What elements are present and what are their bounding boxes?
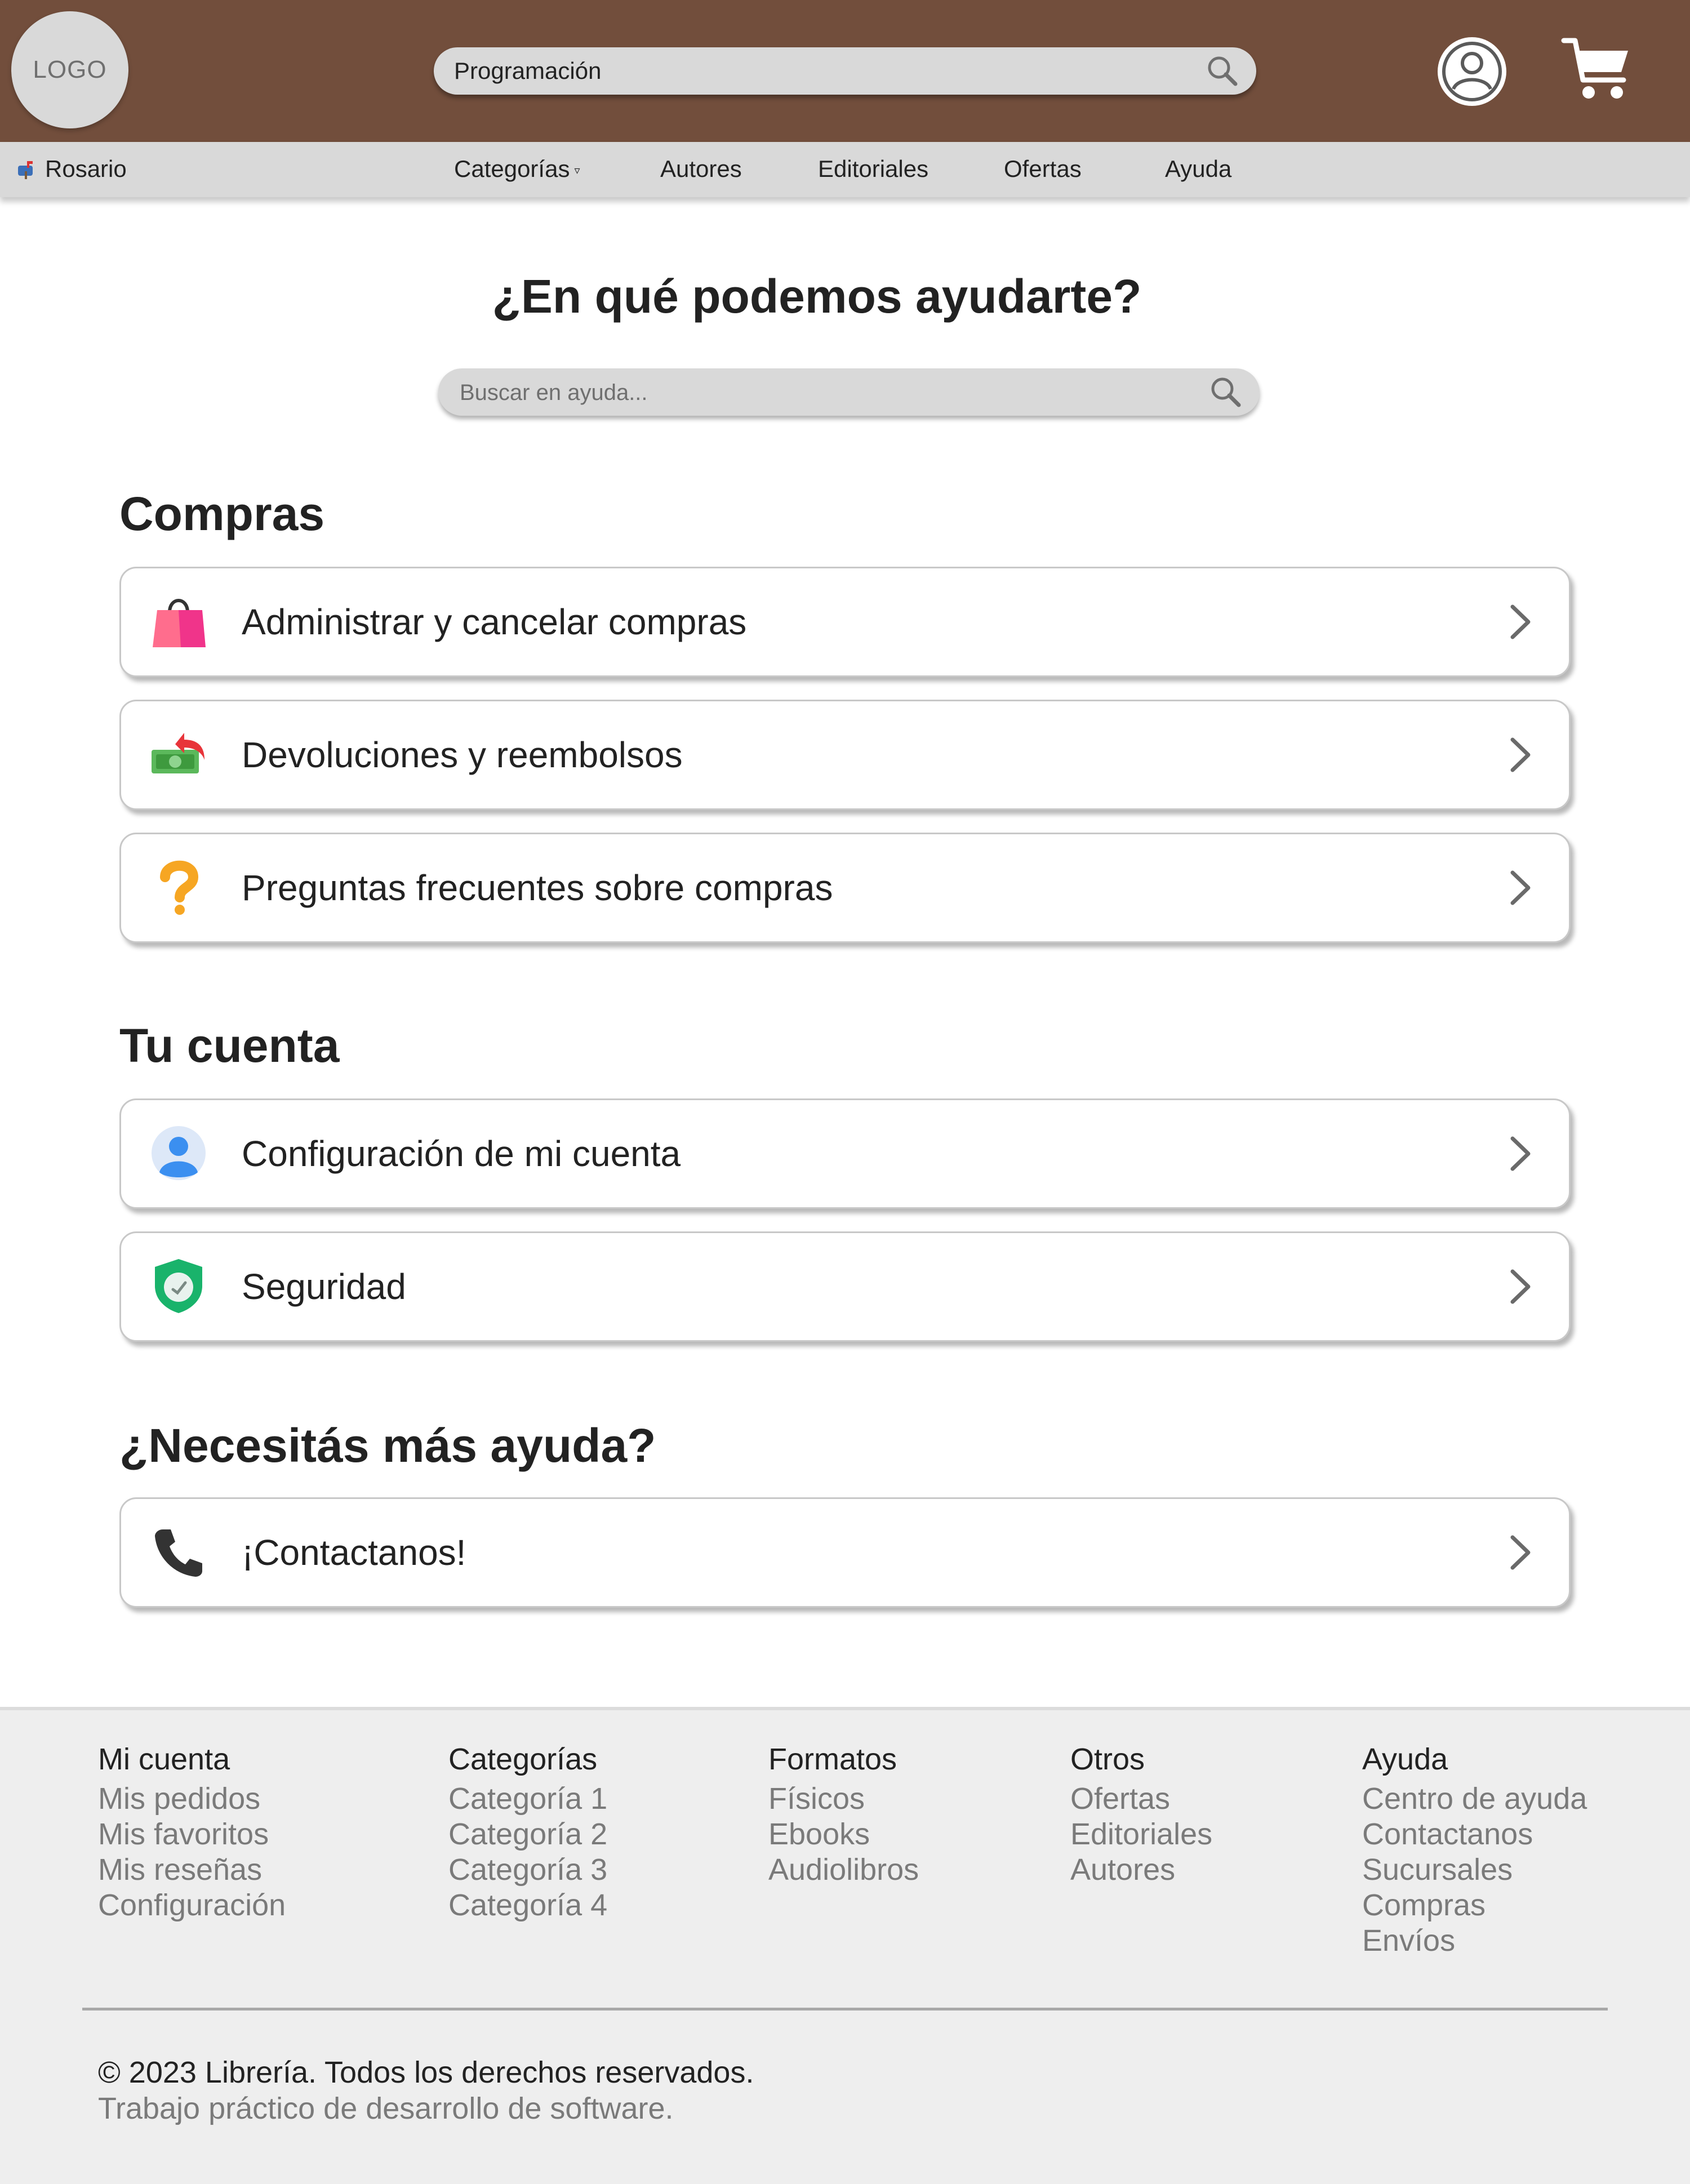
footer-link[interactable]: Centro de ayuda: [1362, 1781, 1587, 1817]
chevron-right-icon: [1510, 604, 1531, 639]
main-search-bar[interactable]: Programación: [434, 47, 1256, 95]
page-title: ¿En qué podemos ayudarte?: [492, 270, 1142, 323]
footer-divider: [82, 2008, 1608, 2010]
footer-link[interactable]: Mis favoritos: [98, 1817, 286, 1852]
footer-link[interactable]: Categoría 3: [448, 1852, 607, 1888]
main-search-input[interactable]: Programación: [454, 47, 601, 95]
location-selector[interactable]: Rosario: [15, 142, 127, 196]
help-search-input[interactable]: [459, 368, 1193, 417]
nav-autores[interactable]: Autores: [660, 142, 742, 196]
footer-column-title: Categorías: [448, 1742, 598, 1776]
user-icon: [1442, 42, 1502, 101]
footer-link[interactable]: Audiolibros: [768, 1852, 919, 1888]
help-item-label: Preguntas frecuentes sobre compras: [242, 868, 833, 908]
footer-link[interactable]: Mis pedidos: [98, 1781, 286, 1817]
section-title-tu-cuenta: Tu cuenta: [119, 1019, 340, 1072]
shield-icon: [155, 1259, 202, 1313]
footer-column-title: Formatos: [768, 1742, 897, 1776]
footer-link[interactable]: Físicos: [768, 1781, 919, 1817]
cart-icon: [1561, 38, 1628, 99]
question-mark-icon: [160, 860, 199, 915]
help-item-configuracion-cuenta[interactable]: Configuración de mi cuenta: [119, 1098, 1571, 1209]
footer-link[interactable]: Categoría 4: [448, 1888, 607, 1923]
footer-link[interactable]: Autores: [1070, 1852, 1212, 1888]
chevron-right-icon: [1510, 1136, 1531, 1171]
logo-text: LOGO: [33, 56, 107, 83]
help-search-bar[interactable]: [438, 368, 1260, 417]
help-item-label: ¡Contactanos!: [242, 1532, 466, 1573]
footer-link[interactable]: Configuración: [98, 1888, 286, 1923]
shopping-bag-icon: [153, 599, 206, 647]
footer-link[interactable]: Contactanos: [1362, 1817, 1587, 1852]
search-icon[interactable]: [1204, 53, 1240, 89]
section-title-compras: Compras: [119, 487, 325, 540]
top-header: LOGO Programación: [0, 0, 1690, 142]
help-item-devoluciones[interactable]: Devoluciones y reembolsos: [119, 700, 1571, 810]
footer-column-title: Mi cuenta: [98, 1742, 230, 1776]
mailbox-icon: [18, 161, 33, 179]
user-account-button[interactable]: [1438, 37, 1506, 106]
footer-link[interactable]: Sucursales: [1362, 1852, 1587, 1888]
help-item-seguridad[interactable]: Seguridad: [119, 1231, 1571, 1342]
footer-link[interactable]: Editoriales: [1070, 1817, 1212, 1852]
help-item-label: Devoluciones y reembolsos: [242, 735, 683, 775]
caret-down-icon: ▿: [574, 164, 580, 177]
search-icon[interactable]: [1208, 374, 1244, 410]
footer: Mi cuenta Mis pedidos Mis favoritos Mis …: [0, 1707, 1690, 2184]
nav-ofertas[interactable]: Ofertas: [1004, 142, 1082, 196]
copyright-text: © 2023 Librería. Todos los derechos rese…: [98, 2056, 754, 2089]
help-item-label: Configuración de mi cuenta: [242, 1133, 681, 1174]
help-item-administrar-compras[interactable]: Administrar y cancelar compras: [119, 567, 1571, 677]
nav-editoriales[interactable]: Editoriales: [818, 142, 928, 196]
nav-categorias-label: Categorías: [454, 155, 570, 182]
money-return-icon: [152, 733, 204, 773]
footer-column-otros: Otros Ofertas Editoriales Autores: [1070, 1742, 1212, 1888]
footer-column-title: Otros: [1070, 1742, 1145, 1776]
footer-link[interactable]: Compras: [1362, 1888, 1587, 1923]
footer-link[interactable]: Envíos: [1362, 1923, 1587, 1959]
help-item-label: Administrar y cancelar compras: [242, 602, 747, 642]
footer-column-title: Ayuda: [1362, 1742, 1448, 1776]
cart-button[interactable]: [1560, 34, 1634, 107]
chevron-right-icon: [1510, 1269, 1531, 1304]
nav-bar: Rosario Categorías ▿ Autores Editoriales …: [0, 142, 1690, 197]
footer-column-mi-cuenta: Mi cuenta Mis pedidos Mis favoritos Mis …: [98, 1742, 286, 1923]
nav-ayuda[interactable]: Ayuda: [1165, 142, 1231, 196]
chevron-right-icon: [1510, 737, 1531, 772]
logo[interactable]: LOGO: [11, 11, 128, 128]
footer-link[interactable]: Categoría 1: [448, 1781, 607, 1817]
footer-link[interactable]: Categoría 2: [448, 1817, 607, 1852]
phone-icon: [155, 1529, 202, 1577]
user-account-icon: [152, 1126, 206, 1180]
section-title-mas-ayuda: ¿Necesitás más ayuda?: [119, 1419, 656, 1472]
footer-column-ayuda: Ayuda Centro de ayuda Contactanos Sucurs…: [1362, 1742, 1587, 1959]
footer-column-formatos: Formatos Físicos Ebooks Audiolibros: [768, 1742, 919, 1888]
chevron-right-icon: [1510, 870, 1531, 905]
chevron-right-icon: [1510, 1535, 1531, 1570]
footer-subtitle: Trabajo práctico de desarrollo de softwa…: [98, 2092, 674, 2125]
location-label: Rosario: [45, 155, 127, 182]
footer-link[interactable]: Mis reseñas: [98, 1852, 286, 1888]
help-item-contactanos[interactable]: ¡Contactanos!: [119, 1497, 1571, 1608]
nav-categorias[interactable]: Categorías ▿: [454, 142, 580, 198]
footer-link[interactable]: Ofertas: [1070, 1781, 1212, 1817]
footer-link[interactable]: Ebooks: [768, 1817, 919, 1852]
help-item-label: Seguridad: [242, 1266, 406, 1307]
footer-column-categorias: Categorías Categoría 1 Categoría 2 Categ…: [448, 1742, 607, 1923]
help-item-preguntas-frecuentes[interactable]: Preguntas frecuentes sobre compras: [119, 833, 1571, 943]
